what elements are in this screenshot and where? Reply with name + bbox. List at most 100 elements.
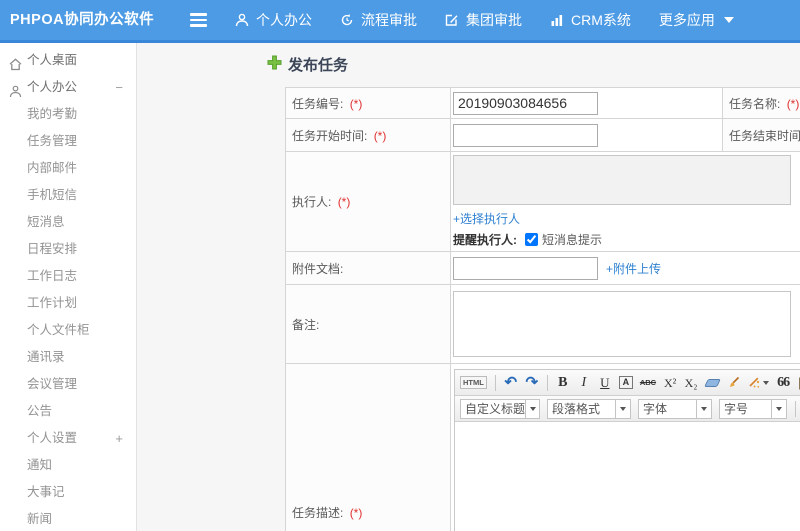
nav-crm-system[interactable]: CRM系统: [550, 10, 631, 30]
caret-down-icon: [763, 380, 770, 385]
publish-task-form: 任务编号: (*) 任务名称: (*) 任务开始时间: (*) 任务结束时间:: [285, 87, 800, 531]
sidebar-item-milestones[interactable]: 大事记: [0, 479, 136, 506]
sidebar-item-schedule[interactable]: 日程安排: [0, 236, 136, 263]
undo-icon[interactable]: ↶: [504, 375, 518, 390]
sidebar-item-work-log[interactable]: 工作日志: [0, 263, 136, 290]
rich-text-editor: HTML ↶ ↷ B I U A ABC X² X₂ 66 自定义标题 段落格式…: [454, 369, 800, 531]
editor-toolbar-row1: HTML ↶ ↷ B I U A ABC X² X₂ 66: [455, 370, 800, 396]
paragraph-format-select[interactable]: 段落格式: [547, 398, 631, 419]
field-label: 任务开始时间:: [292, 128, 368, 143]
caret-down-icon: [525, 399, 539, 418]
field-label: 备注:: [292, 317, 320, 332]
executor-cell: +选择执行人 提醒执行人: 短消息提示: [450, 151, 800, 252]
attachment-label-cell: 附件文档:: [285, 251, 451, 285]
eraser-icon[interactable]: [703, 378, 721, 387]
sidebar-item-my-attendance[interactable]: 我的考勤: [0, 101, 136, 128]
sidebar-item-meeting-management[interactable]: 会议管理: [0, 371, 136, 398]
sidebar-item-task-management[interactable]: 任务管理: [0, 128, 136, 155]
sidebar-item-label: 短消息: [27, 215, 65, 229]
font-family-select[interactable]: 字体: [638, 398, 712, 419]
attachment-upload-link[interactable]: +附件上传: [606, 260, 661, 277]
brush-icon[interactable]: [726, 376, 740, 389]
sms-remind-label: 短消息提示: [542, 233, 603, 247]
sidebar-item-short-message[interactable]: 短消息: [0, 209, 136, 236]
sidebar-item-label: 个人设置: [27, 431, 78, 445]
collapse-icon[interactable]: −: [115, 74, 123, 101]
sidebar-item-label: 新闻: [27, 512, 53, 526]
user-icon: [235, 13, 249, 27]
field-label: 任务描述:: [292, 505, 344, 520]
sidebar-item-personal-office[interactable]: 个人办公 −: [0, 74, 136, 101]
main-nav: 个人办公 流程审批 集团审批 CRM系统 更多应用: [235, 0, 734, 40]
nav-more-apps[interactable]: 更多应用: [659, 10, 734, 30]
editor-content[interactable]: [455, 422, 800, 531]
sidebar-item-label: 工作计划: [27, 296, 78, 310]
remark-textarea[interactable]: [453, 291, 791, 357]
description-label-cell: 任务描述: (*): [285, 363, 451, 531]
sms-remind-checkbox[interactable]: [525, 233, 538, 246]
magic-wand-icon[interactable]: [747, 376, 770, 389]
sidebar-item-mobile-sms[interactable]: 手机短信: [0, 182, 136, 209]
required-mark: (*): [786, 96, 800, 111]
group-approval-icon: [445, 13, 459, 27]
app-window: PHPOA协同办公软件 个人办公 流程审批 集团审批 CRM系统 更多应用 个人…: [0, 0, 800, 531]
nav-group-approval[interactable]: 集团审批: [445, 10, 522, 30]
executor-textarea[interactable]: [453, 155, 791, 205]
app-logo: PHPOA协同办公软件: [10, 12, 155, 28]
select-value: 自定义标题: [465, 402, 526, 416]
sidebar-item-personal-settings[interactable]: 个人设置 +: [0, 425, 136, 452]
redo-icon[interactable]: ↷: [525, 375, 539, 390]
page-title: 发布任务: [288, 57, 349, 74]
sidebar-item-label: 通知: [27, 458, 53, 472]
nav-label: 流程审批: [361, 12, 417, 28]
sidebar-item-contacts[interactable]: 通讯录: [0, 344, 136, 371]
sidebar-item-label: 会议管理: [27, 377, 78, 391]
sidebar-item-notification[interactable]: 通知: [0, 452, 136, 479]
required-mark: (*): [337, 195, 351, 209]
start-time-input[interactable]: [453, 123, 598, 147]
field-label: 执行人:: [292, 195, 332, 209]
sidebar-item-news[interactable]: 新闻: [0, 506, 136, 531]
sidebar-item-label: 大事记: [27, 485, 65, 499]
select-value: 段落格式: [552, 402, 601, 416]
description-cell: HTML ↶ ↷ B I U A ABC X² X₂ 66 自定义标题 段落格式…: [450, 363, 800, 531]
sidebar-item-personal-files[interactable]: 个人文件柜: [0, 317, 136, 344]
superscript-button[interactable]: X²: [663, 377, 677, 389]
source-code-button[interactable]: HTML: [460, 375, 487, 390]
underline-button[interactable]: U: [598, 376, 612, 389]
toolbar-separator: [795, 400, 796, 417]
subscript-button[interactable]: X₂: [684, 377, 698, 389]
expand-icon[interactable]: +: [115, 425, 123, 452]
menu-toggle-icon[interactable]: [190, 13, 207, 27]
sidebar-item-announcement[interactable]: 公告: [0, 398, 136, 425]
task-number-input[interactable]: [453, 91, 598, 115]
required-mark: (*): [349, 505, 363, 520]
blockquote-button[interactable]: 66: [776, 375, 790, 390]
sidebar-item-internal-mail[interactable]: 内部邮件: [0, 155, 136, 182]
attachment-cell: +附件上传: [450, 251, 800, 285]
select-value: 字体: [643, 402, 668, 416]
end-time-label-cell: 任务结束时间: (*): [722, 118, 800, 152]
process-approval-icon: [340, 13, 354, 27]
attachment-input[interactable]: [453, 256, 598, 280]
sidebar-item-work-plan[interactable]: 工作计划: [0, 290, 136, 317]
custom-title-select[interactable]: 自定义标题: [460, 398, 540, 419]
font-size-select[interactable]: 字号: [719, 398, 787, 419]
caret-down-icon: [723, 17, 734, 23]
start-time-cell: [450, 118, 723, 152]
nav-personal-office[interactable]: 个人办公: [235, 10, 312, 30]
bold-button[interactable]: B: [556, 375, 570, 390]
nav-process-approval[interactable]: 流程审批: [340, 10, 417, 30]
nav-label: 个人办公: [256, 12, 312, 28]
start-time-label-cell: 任务开始时间: (*): [285, 118, 451, 152]
italic-button[interactable]: I: [577, 375, 591, 390]
task-number-cell: [450, 87, 723, 119]
nav-label: CRM系统: [571, 12, 631, 28]
autotypeset-button[interactable]: A: [618, 376, 633, 389]
sidebar-item-personal-desktop[interactable]: 个人桌面: [0, 47, 136, 74]
executor-label-cell: 执行人: (*): [285, 151, 451, 252]
strikethrough-button[interactable]: ABC: [640, 379, 656, 387]
sidebar-item-label: 公告: [27, 404, 53, 418]
choose-executor-link[interactable]: +选择执行人: [453, 212, 520, 226]
sidebar-item-label: 任务管理: [27, 134, 78, 148]
